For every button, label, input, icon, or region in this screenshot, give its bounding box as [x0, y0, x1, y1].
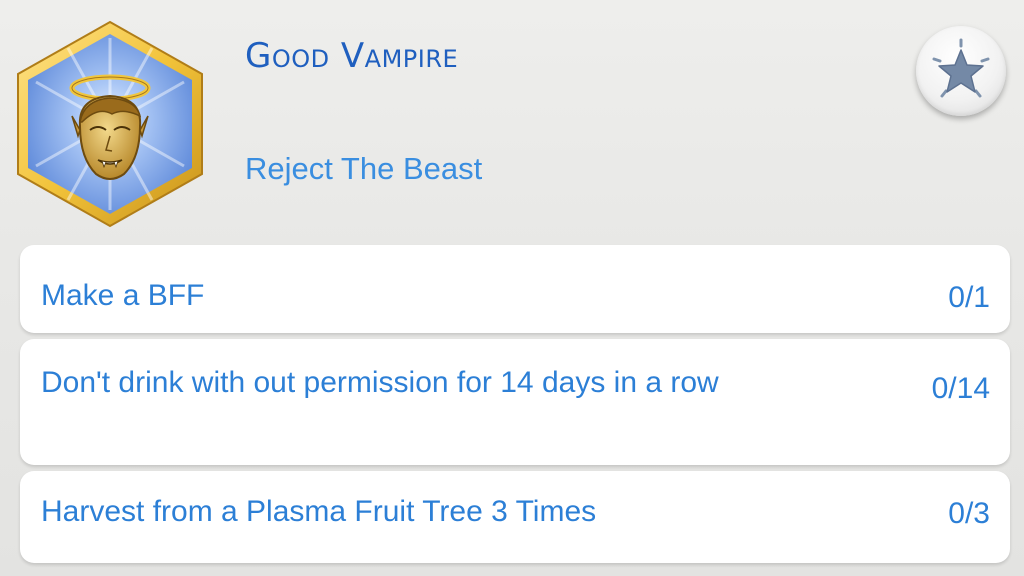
task-row: Don't drink with out permission for 14 d…: [20, 339, 1010, 465]
task-row: Harvest from a Plasma Fruit Tree 3 Times…: [20, 471, 1010, 563]
task-label: Make a BFF: [41, 279, 205, 312]
task-row: Make a BFF 0/1: [20, 245, 1010, 333]
task-progress: 0/1: [948, 281, 990, 314]
task-progress: 0/3: [948, 497, 990, 530]
task-list: Make a BFF 0/1 Don't drink with out perm…: [20, 245, 1010, 563]
favorite-button[interactable]: [916, 26, 1006, 116]
task-label: Harvest from a Plasma Fruit Tree 3 Times: [41, 495, 597, 528]
aspiration-title: Good Vampire: [245, 36, 459, 76]
task-label: Don't drink with out permission for 14 d…: [41, 366, 719, 399]
task-progress: 0/14: [931, 372, 990, 405]
star-icon: [932, 38, 990, 98]
aspiration-badge: [12, 18, 208, 230]
aspiration-subtitle: Reject The Beast: [245, 151, 483, 186]
